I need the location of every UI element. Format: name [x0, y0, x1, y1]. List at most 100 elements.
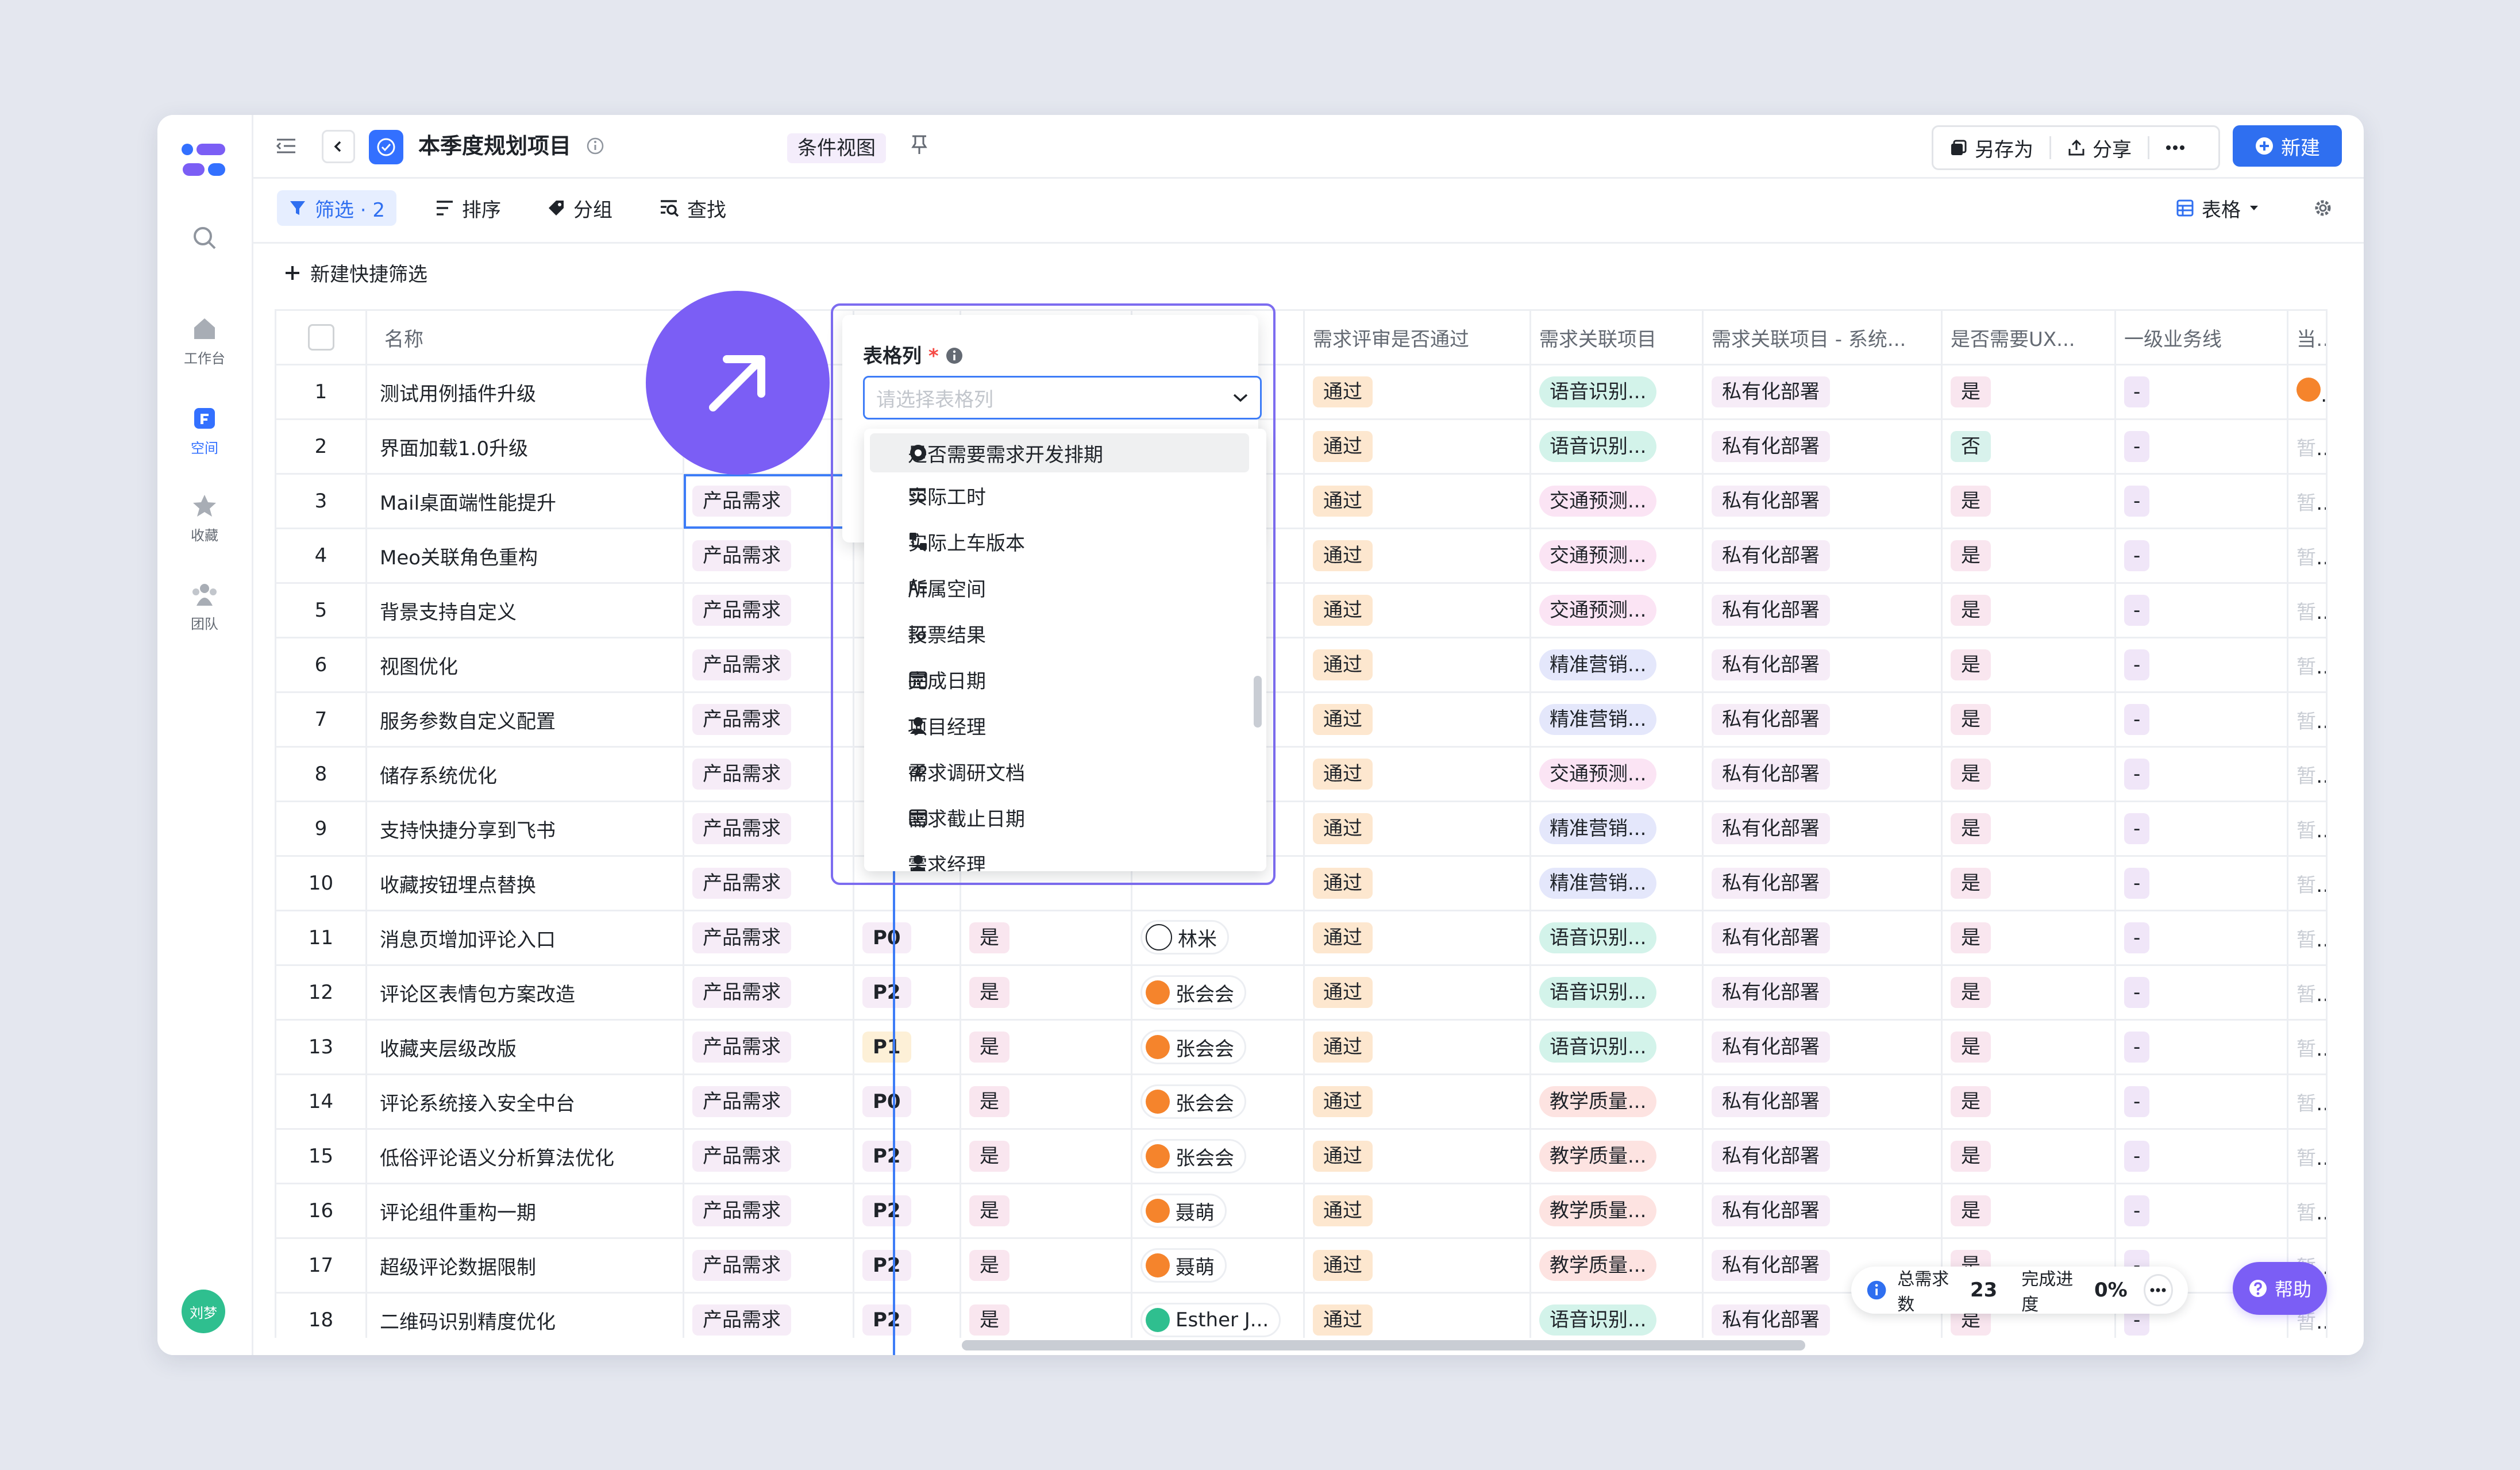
table-row[interactable]: 9支持快捷分享到飞书产品需求 通过 精准营销... 私有化部署 是 - 暂无: [275, 801, 2328, 857]
row-type-cell[interactable]: 产品需求: [683, 1128, 854, 1184]
row-review-cell[interactable]: 通过: [1303, 691, 1531, 748]
row-project-cell[interactable]: 语音识别...: [1529, 1292, 1704, 1338]
row-dev-cell[interactable]: 是: [960, 1183, 1132, 1239]
row-current-cell[interactable]: 暂无: [2287, 1183, 2328, 1239]
owner-chip[interactable]: 张会会: [1140, 975, 1246, 1010]
row-review-cell[interactable]: 通过: [1303, 1292, 1531, 1338]
row-dept-cell[interactable]: 私有化部署: [1702, 691, 1943, 748]
owner-chip[interactable]: 张会会: [1140, 1084, 1246, 1119]
row-ux-cell[interactable]: 是: [1941, 1073, 2116, 1130]
row-priority-cell[interactable]: P2: [853, 1128, 961, 1184]
row-review-cell[interactable]: 通过: [1303, 473, 1531, 529]
column-option[interactable]: 实际上车版本: [864, 518, 1266, 564]
row-owner-cell[interactable]: 聂萌: [1131, 1237, 1305, 1294]
row-dept-cell[interactable]: 私有化部署: [1702, 910, 1943, 966]
row-dept-cell[interactable]: 私有化部署: [1702, 473, 1943, 529]
select-all-cell[interactable]: [275, 309, 367, 365]
row-current-cell[interactable]: 暂无: [2287, 801, 2328, 857]
row-review-cell[interactable]: 通过: [1303, 1128, 1531, 1184]
row-biz-cell[interactable]: -: [2114, 364, 2288, 420]
row-ux-cell[interactable]: 是: [1941, 801, 2116, 857]
row-review-cell[interactable]: 通过: [1303, 418, 1531, 475]
row-project-cell[interactable]: 教学质量...: [1529, 1073, 1704, 1130]
row-name[interactable]: 界面加载1.0升级: [365, 418, 684, 475]
row-review-cell[interactable]: 通过: [1303, 1019, 1531, 1075]
table-row[interactable]: 15 低俗评论语义分析算法优化 产品需求 P2 是 张会会 通过 教学质量... 私有化部署 是 -…: [275, 1128, 2328, 1184]
row-review-cell[interactable]: 通过: [1303, 964, 1531, 1021]
row-biz-cell[interactable]: -: [2114, 855, 2288, 911]
view-badge[interactable]: 条件视图: [787, 133, 886, 163]
row-name[interactable]: 储存系统优化: [365, 746, 684, 802]
row-type-cell[interactable]: 产品需求: [683, 1292, 854, 1338]
row-biz-cell[interactable]: -: [2114, 691, 2288, 748]
row-dept-cell[interactable]: 私有化部署: [1702, 582, 1943, 638]
row-dept-cell[interactable]: 私有化部署: [1702, 364, 1943, 420]
column-option[interactable]: 项目经理: [864, 702, 1266, 748]
row-ux-cell[interactable]: 是: [1941, 855, 2116, 911]
row-owner-cell[interactable]: 张会会: [1131, 1128, 1305, 1184]
row-dev-cell[interactable]: 是: [960, 1128, 1132, 1184]
table-row[interactable]: 12评论区表情包方案改造产品需求 P2 是 张会会 通过 语音识别... 私有化部署 是 - 暂无: [275, 964, 2328, 1021]
row-review-cell[interactable]: 通过: [1303, 1073, 1531, 1130]
row-type-cell[interactable]: 产品需求: [683, 582, 854, 638]
row-name[interactable]: 收藏夹层级改版: [365, 1019, 684, 1075]
row-dept-cell[interactable]: 私有化部署: [1702, 855, 1943, 911]
table-row[interactable]: 5背景支持自定义产品需求 通过 交通预测... 私有化部署 是 - 暂无: [275, 582, 2328, 638]
row-biz-cell[interactable]: -: [2114, 964, 2288, 1021]
row-priority-cell[interactable]: P2: [853, 964, 961, 1021]
row-dev-cell[interactable]: 是: [960, 1019, 1132, 1075]
row-biz-cell[interactable]: -: [2114, 528, 2288, 584]
table-row[interactable]: 6视图优化产品需求 通过 精准营销... 私有化部署 是 - 暂无: [275, 637, 2328, 693]
table-row[interactable]: 3Mail桌面端性能提升产品需求 通过 交通预测... 私有化部署 是 - 暂无: [275, 473, 2328, 529]
row-dept-cell[interactable]: 私有化部署: [1702, 746, 1943, 802]
nav-team[interactable]: 团队: [157, 580, 252, 633]
row-type-cell[interactable]: 产品需求: [683, 1019, 854, 1075]
pin-icon[interactable]: [908, 133, 931, 156]
row-current-cell[interactable]: 暂无: [2287, 582, 2328, 638]
row-priority-cell[interactable]: P0: [853, 1073, 961, 1130]
info-icon[interactable]: [585, 136, 606, 156]
row-current-cell[interactable]: 暂无: [2287, 910, 2328, 966]
row-ux-cell[interactable]: 是: [1941, 1128, 2116, 1184]
table-row[interactable]: 16评论组件重构一期产品需求 P2 是 聂萌 通过 教学质量... 私有化部署 是 - 暂无: [275, 1183, 2328, 1239]
row-type-cell[interactable]: 产品需求: [683, 637, 854, 693]
row-name[interactable]: 视图优化: [365, 637, 684, 693]
row-owner-cell[interactable]: 张会会: [1131, 1073, 1305, 1130]
row-project-cell[interactable]: 交通预测...: [1529, 473, 1704, 529]
row-dev-cell[interactable]: 是: [960, 964, 1132, 1021]
row-owner-cell[interactable]: 张会会: [1131, 964, 1305, 1021]
row-name[interactable]: 评论组件重构一期: [365, 1183, 684, 1239]
row-current-cell[interactable]: 暂无: [2287, 964, 2328, 1021]
table-row[interactable]: 7服务参数自定义配置产品需求 通过 精准营销... 私有化部署 是 - 暂无: [275, 691, 2328, 748]
column-option[interactable]: 需求截止日期: [864, 794, 1266, 840]
col-header-name[interactable]: 名称: [365, 309, 684, 365]
share-button[interactable]: 分享: [2051, 127, 2148, 168]
row-current-cell[interactable]: 暂无: [2287, 746, 2328, 802]
row-priority-cell[interactable]: P2: [853, 1183, 961, 1239]
nav-workbench[interactable]: 工作台: [157, 315, 252, 367]
row-biz-cell[interactable]: -: [2114, 1183, 2288, 1239]
row-type-cell[interactable]: 产品需求: [683, 473, 854, 529]
owner-chip[interactable]: 张会会: [1140, 1030, 1246, 1064]
app-logo-icon[interactable]: [180, 140, 229, 180]
owner-chip[interactable]: Esther J...: [1140, 1303, 1281, 1337]
row-type-cell[interactable]: 产品需求: [683, 746, 854, 802]
row-name[interactable]: Meo关联角色重构: [365, 528, 684, 584]
table-row[interactable]: 4Meo关联角色重构产品需求 通过 交通预测... 私有化部署 是 - 暂无: [275, 528, 2328, 584]
dropdown-scrollbar[interactable]: [1254, 676, 1262, 728]
col-header-project-sys[interactable]: 需求关联项目 - 系统...: [1702, 309, 1943, 365]
row-type-cell[interactable]: 产品需求: [683, 1073, 854, 1130]
row-type-cell[interactable]: 产品需求: [683, 855, 854, 911]
row-project-cell[interactable]: 精准营销...: [1529, 855, 1704, 911]
row-name[interactable]: 消息页增加评论入口: [365, 910, 684, 966]
row-biz-cell[interactable]: -: [2114, 910, 2288, 966]
save-as-button[interactable]: 另存为: [1933, 127, 2049, 168]
row-priority-cell[interactable]: P1: [853, 1019, 961, 1075]
row-type-cell[interactable]: 产品需求: [683, 801, 854, 857]
row-name[interactable]: 背景支持自定义: [365, 582, 684, 638]
row-project-cell[interactable]: 交通预测...: [1529, 528, 1704, 584]
row-dept-cell[interactable]: 私有化部署: [1702, 1073, 1943, 1130]
table-row[interactable]: 1 测试用例插件升级 通过 语音识别... 私有化部署 是 -: [275, 364, 2328, 420]
column-select-input[interactable]: 请选择表格列: [863, 376, 1262, 420]
row-review-cell[interactable]: 通过: [1303, 637, 1531, 693]
